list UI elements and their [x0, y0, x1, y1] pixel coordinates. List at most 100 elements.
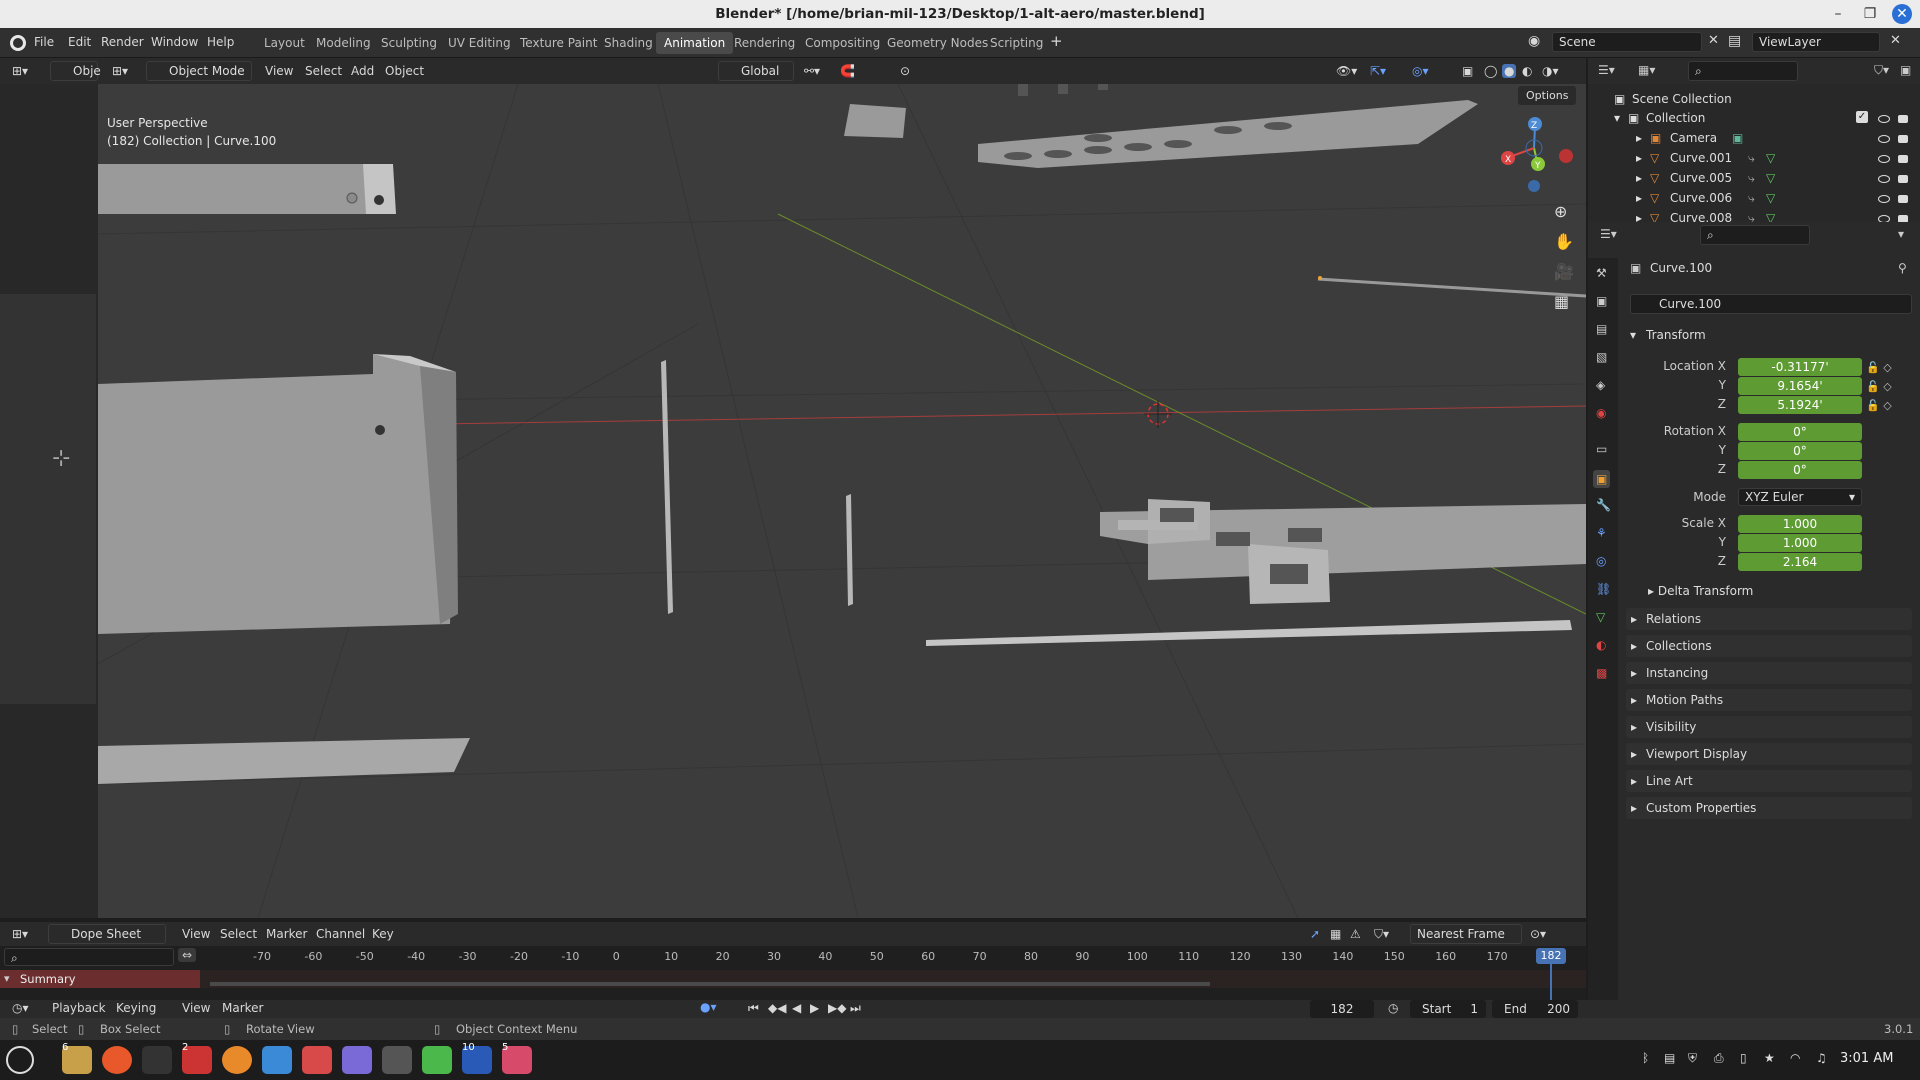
- playback-menu[interactable]: Playback: [52, 1001, 106, 1015]
- mint-menu-icon[interactable]: [6, 1046, 34, 1074]
- tab-rendering[interactable]: Rendering: [726, 32, 803, 54]
- only-selected-icon[interactable]: ➚: [1310, 927, 1320, 941]
- visibility-icon[interactable]: 👁▾: [1336, 64, 1357, 78]
- dopesheet-menu-key[interactable]: Key: [372, 927, 394, 941]
- constraints-tab-icon[interactable]: ⛓: [1596, 582, 1611, 596]
- modifier-icon[interactable]: ⤷: [1748, 171, 1755, 186]
- tab-geometry-nodes[interactable]: Geometry Nodes: [879, 32, 996, 54]
- terminal-icon[interactable]: [142, 1046, 172, 1074]
- scale-z-field[interactable]: 2.164: [1738, 553, 1862, 571]
- star-icon[interactable]: ★: [1764, 1051, 1775, 1065]
- viewport-menu-add[interactable]: Add: [351, 64, 374, 78]
- rendered-shading-icon[interactable]: ◑▾: [1542, 64, 1559, 78]
- material-tab-icon[interactable]: ◐: [1596, 638, 1606, 652]
- outliner-search[interactable]: ⌕: [1688, 61, 1798, 81]
- dopesheet-mode-dropdown[interactable]: Dope Sheet: [48, 924, 166, 944]
- tab-texture-paint[interactable]: Texture Paint: [512, 32, 605, 54]
- outliner-editor-icon[interactable]: ☰▾: [1598, 63, 1615, 77]
- browser-icon[interactable]: [262, 1046, 292, 1074]
- eye-icon[interactable]: [1878, 135, 1890, 143]
- printer-icon[interactable]: ⎙: [1714, 1051, 1724, 1066]
- transform-panel-header[interactable]: ▾ Transform: [1626, 324, 1912, 346]
- blender-taskbar-icon[interactable]: [222, 1046, 252, 1074]
- tab-modeling[interactable]: Modeling: [308, 32, 379, 54]
- blender-logo-icon[interactable]: [10, 35, 26, 51]
- object-mode-dropdown[interactable]: Object Mode: [146, 61, 252, 81]
- curve-data-icon[interactable]: ▽: [1766, 191, 1775, 205]
- eye-icon[interactable]: [1878, 195, 1890, 203]
- tab-shading[interactable]: Shading: [596, 32, 661, 54]
- dopesheet-menu-select[interactable]: Select: [220, 927, 257, 941]
- minimize-icon[interactable]: –: [1828, 4, 1848, 24]
- outliner-row-curve-006[interactable]: ▸ ▽ Curve.006 ⤷ ▽: [1588, 191, 1920, 211]
- panel-custom-properties[interactable]: ▸ Custom Properties: [1626, 797, 1912, 819]
- viewport-menu-select[interactable]: Select: [305, 64, 342, 78]
- properties-search[interactable]: ⌕: [1700, 225, 1810, 245]
- sheets-icon[interactable]: [422, 1046, 452, 1074]
- expand-icon[interactable]: ▸: [1636, 191, 1642, 205]
- snap-icon[interactable]: 🧲: [840, 64, 855, 78]
- current-frame-field[interactable]: 182: [1310, 1000, 1374, 1018]
- properties-options-icon[interactable]: ▾: [1898, 227, 1904, 241]
- show-hidden-icon[interactable]: ▦: [1330, 927, 1341, 941]
- camera-icon[interactable]: [1898, 115, 1908, 123]
- only-errors-icon[interactable]: ⚠: [1350, 927, 1361, 941]
- timeline-view-menu[interactable]: View: [182, 1001, 210, 1015]
- pan-hand-icon[interactable]: ✋: [1554, 232, 1574, 251]
- camera-icon[interactable]: [1898, 195, 1908, 203]
- display-mode-icon[interactable]: ▦▾: [1638, 63, 1655, 77]
- dopesheet-menu-view[interactable]: View: [182, 927, 210, 941]
- location-y-field[interactable]: 9.1654': [1738, 377, 1862, 395]
- wifi-icon[interactable]: ◠: [1790, 1051, 1800, 1065]
- close-icon[interactable]: ✕: [1892, 4, 1912, 24]
- network-icon[interactable]: ▯: [1740, 1051, 1747, 1065]
- calculator-icon[interactable]: [382, 1046, 412, 1074]
- lock-icon[interactable]: 🔓 ◇: [1866, 358, 1892, 377]
- dopesheet-menu-marker[interactable]: Marker: [266, 927, 307, 941]
- editor-type-icon[interactable]: ⊞▾: [12, 64, 28, 78]
- properties-editor-icon[interactable]: ☰▾: [1600, 227, 1617, 241]
- play-icon[interactable]: ▶: [810, 1001, 819, 1015]
- auto-key-icon[interactable]: ●▾: [700, 1000, 717, 1014]
- ortho-grid-icon[interactable]: ▦: [1554, 292, 1569, 311]
- viewport-editor-icon[interactable]: ⊞▾: [112, 64, 128, 78]
- timeline-marker-menu[interactable]: Marker: [222, 1001, 263, 1015]
- modifier-tab-icon[interactable]: 🔧: [1596, 498, 1611, 512]
- volume-icon[interactable]: ♫: [1816, 1051, 1827, 1065]
- clock-icon[interactable]: ◷: [1388, 1001, 1398, 1015]
- scene-tab-icon[interactable]: ◈: [1596, 378, 1605, 392]
- output-tab-icon[interactable]: ▤: [1596, 322, 1607, 336]
- zoom-icon[interactable]: ⊕: [1554, 202, 1567, 221]
- viewlayer-close-icon[interactable]: ✕: [1890, 33, 1901, 48]
- prev-keyframe-icon[interactable]: ◆◀: [768, 1001, 786, 1015]
- physics-tab-icon[interactable]: ◎: [1596, 554, 1606, 568]
- view-layer-tab-icon[interactable]: ▧: [1596, 350, 1607, 364]
- panel-visibility[interactable]: ▸ Visibility: [1626, 716, 1912, 738]
- menu-file[interactable]: File: [34, 35, 54, 49]
- viewport-menu-object[interactable]: Object: [385, 64, 424, 78]
- new-collection-icon[interactable]: ▣: [1900, 63, 1911, 77]
- add-workspace-icon[interactable]: +: [1050, 32, 1063, 50]
- checkbox-icon[interactable]: ✓: [1856, 111, 1868, 123]
- expand-icon[interactable]: ▾: [1614, 111, 1620, 125]
- scene-close-icon[interactable]: ✕: [1708, 33, 1719, 48]
- viewlayer-icon[interactable]: ▤: [1728, 33, 1741, 49]
- dopesheet-menu-channel[interactable]: Channel: [316, 927, 365, 941]
- particles-tab-icon[interactable]: ⚘: [1596, 526, 1607, 540]
- camera-icon[interactable]: [1898, 155, 1908, 163]
- expand-icon[interactable]: ▸: [1636, 171, 1642, 185]
- next-keyframe-icon[interactable]: ▶◆: [828, 1001, 846, 1015]
- tab-scripting[interactable]: Scripting: [982, 32, 1051, 54]
- collection-tab-icon[interactable]: ▭: [1596, 442, 1607, 456]
- render-tab-icon[interactable]: ▣: [1596, 294, 1607, 308]
- rotation-z-field[interactable]: 0°: [1738, 461, 1862, 479]
- menu-help[interactable]: Help: [207, 35, 234, 49]
- eye-icon[interactable]: [1878, 115, 1890, 123]
- scale-x-field[interactable]: 1.000: [1738, 515, 1862, 533]
- camera-icon[interactable]: [1898, 175, 1908, 183]
- panel-instancing[interactable]: ▸ Instancing: [1626, 662, 1912, 684]
- 3d-viewport[interactable]: Z Y X User Perspective (182) Collection …: [98, 84, 1586, 918]
- timeline-editor-icon[interactable]: ◷▾: [12, 1001, 29, 1015]
- editor-icon[interactable]: [302, 1046, 332, 1074]
- world-tab-icon[interactable]: ◉: [1596, 406, 1606, 420]
